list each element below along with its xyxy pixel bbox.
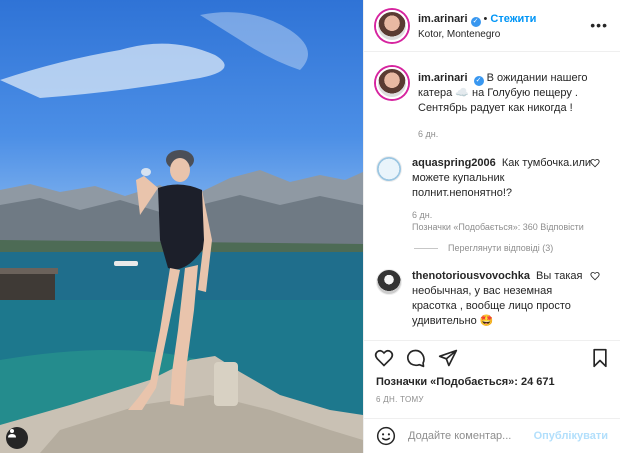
comment-username[interactable]: aquaspring2006 xyxy=(412,157,496,169)
verified-icon: ✓ xyxy=(473,76,484,86)
user-tag-icon xyxy=(8,429,16,438)
post-timestamp: 6 ДН. ТОМУ xyxy=(376,395,424,404)
likes-count[interactable]: Позначки «Подобається»: 24 671 xyxy=(376,376,555,388)
bookmark-icon xyxy=(593,348,607,367)
share-icon xyxy=(438,349,458,366)
caption-body: im.arinari ✓ В ожидании нашего катера ☁️ … xyxy=(418,71,604,140)
follow-button[interactable]: Стежити xyxy=(490,13,536,25)
comment-body: aquaspring2006 Как тумбочка.или можете к… xyxy=(412,156,598,233)
save-button[interactable] xyxy=(590,348,610,368)
comment-time[interactable]: 6 дн. xyxy=(412,210,432,220)
comment-button[interactable] xyxy=(406,348,426,368)
comments-list[interactable]: im.arinari ✓ В ожидании нашего катера ☁️ … xyxy=(364,53,620,339)
comment-heart-icon[interactable] xyxy=(590,271,600,281)
share-button[interactable] xyxy=(438,348,458,368)
reply-button[interactable]: Відповісти xyxy=(540,222,584,232)
replies-line xyxy=(414,247,438,249)
add-comment-bar: Опублікувати xyxy=(364,418,620,453)
comment-item: thenotoriousvovochka Вы такая необычная,… xyxy=(364,253,620,329)
comment-input[interactable] xyxy=(408,430,528,442)
verified-icon: ✓ xyxy=(470,16,481,27)
post-header: im.arinari ✓ • Стежити Kotor, Montenegro ••… xyxy=(364,0,620,52)
comment-icon xyxy=(406,349,425,367)
caption: im.arinari ✓ В ожидании нашего катера ☁️ … xyxy=(364,53,620,140)
caption-avatar[interactable] xyxy=(376,67,408,99)
smiley-icon[interactable] xyxy=(376,426,396,446)
comment-meta: 6 дн. Позначки «Подобається»: 360 Відпов… xyxy=(412,209,598,233)
heart-icon xyxy=(374,349,394,367)
photo-scene xyxy=(0,12,363,453)
more-options-icon[interactable]: ••• xyxy=(590,17,608,33)
comment-username[interactable]: thenotoriousvovochka xyxy=(412,270,530,282)
caption-username[interactable]: im.arinari xyxy=(418,72,468,84)
commenter-avatar[interactable] xyxy=(376,269,402,295)
author-avatar[interactable] xyxy=(376,9,408,42)
author-info: im.arinari ✓ • Стежити Kotor, Montenegro xyxy=(418,10,536,42)
like-button[interactable] xyxy=(374,348,394,368)
post-photo[interactable] xyxy=(0,0,363,453)
comment-item: aquaspring2006 Как тумбочка.или можете к… xyxy=(364,140,620,233)
author-username[interactable]: im.arinari xyxy=(418,13,468,25)
comment-body: thenotoriousvovochka Вы такая необычная,… xyxy=(412,269,598,329)
view-replies-button[interactable]: Переглянути відповіді (3) xyxy=(364,233,620,253)
caption-time[interactable]: 6 дн. xyxy=(418,128,604,140)
post-details-panel: im.arinari ✓ • Стежити Kotor, Montenegro ••… xyxy=(363,0,620,453)
separator-dot: • xyxy=(483,12,488,25)
comment-likes[interactable]: Позначки «Подобається»: 360 xyxy=(412,222,538,232)
publish-button[interactable]: Опублікувати xyxy=(534,430,608,442)
comment-heart-icon[interactable] xyxy=(590,158,600,168)
post-location[interactable]: Kotor, Montenegro xyxy=(418,27,536,42)
post-actions xyxy=(364,340,620,374)
user-tag-button[interactable] xyxy=(6,427,28,449)
commenter-avatar[interactable] xyxy=(376,156,402,182)
view-replies-label: Переглянути відповіді (3) xyxy=(448,243,554,253)
